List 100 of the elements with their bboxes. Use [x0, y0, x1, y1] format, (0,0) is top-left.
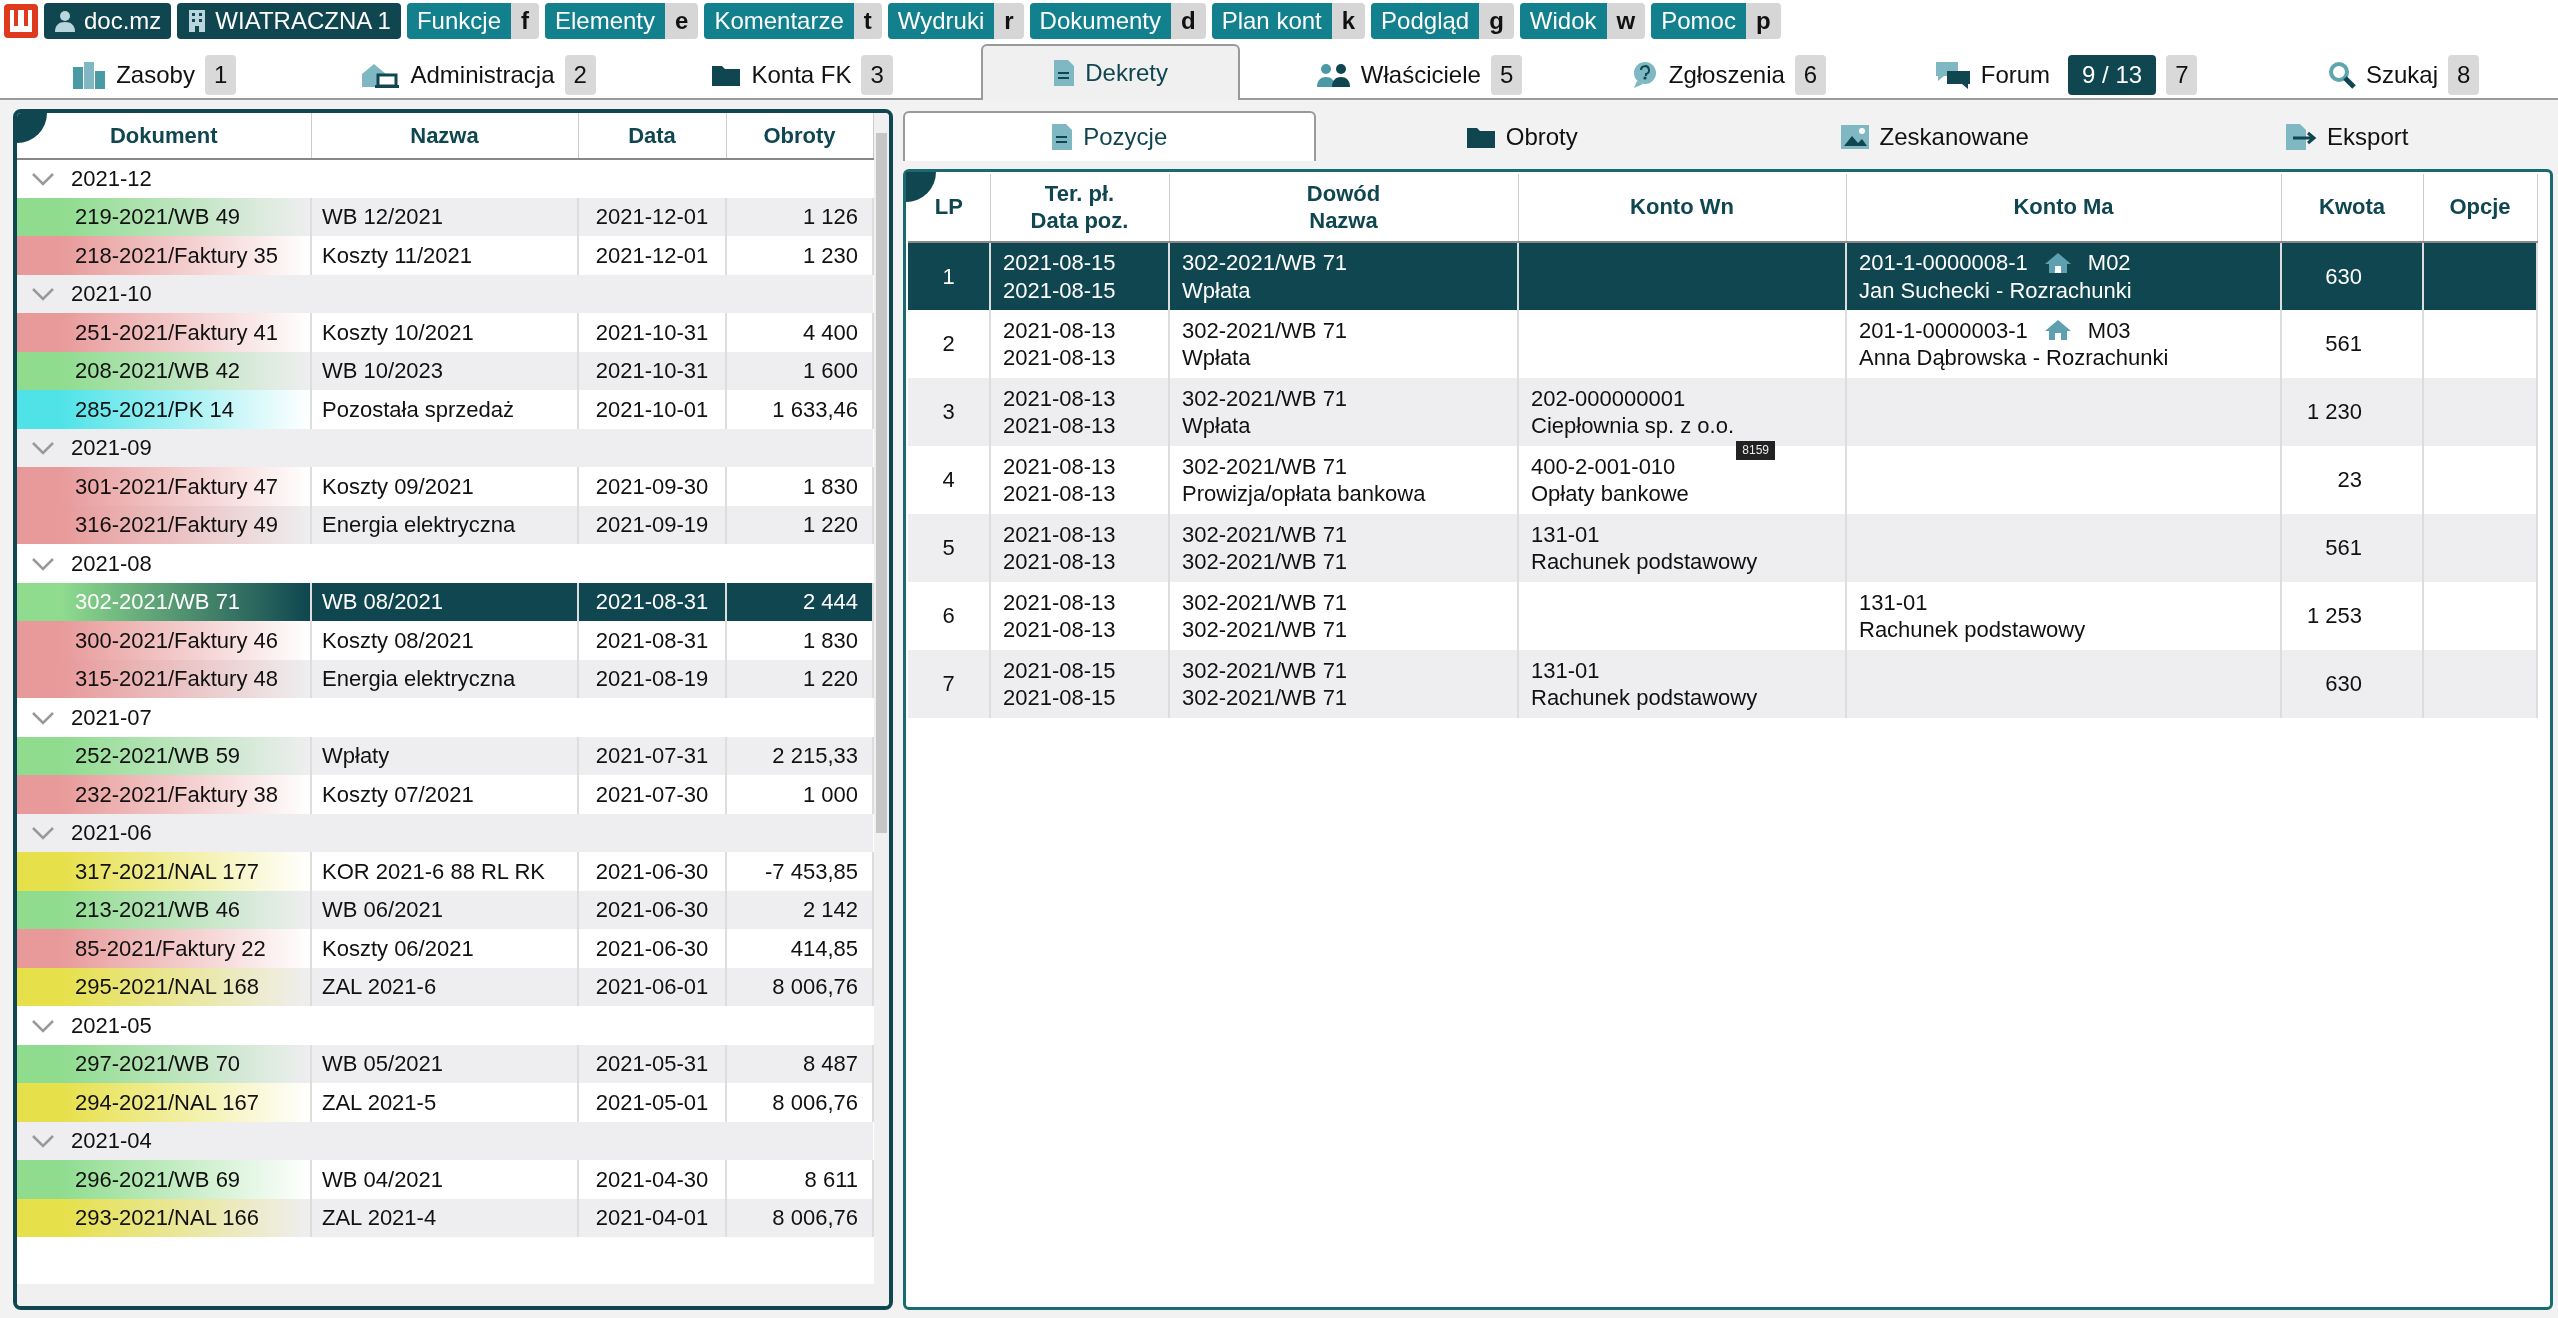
table-cell[interactable]: WB 10/2023	[311, 351, 578, 390]
table-cell[interactable]: 2 444	[726, 582, 873, 621]
table-cell[interactable]: 2 142	[726, 890, 873, 929]
table-cell[interactable]: 1 000	[726, 775, 873, 814]
menu-button[interactable]: Dokumenty d	[1029, 3, 1206, 39]
table-cell[interactable]: 8 487	[726, 1044, 873, 1083]
tab[interactable]: Eksport	[2140, 111, 2553, 161]
table-cell[interactable]: 302-2021/WB 71 Wpłata	[1169, 242, 1518, 310]
table-cell[interactable]: 302-2021/WB 71 302-2021/WB 71	[1169, 650, 1518, 718]
table-cell[interactable]: 8 006,76	[726, 967, 873, 1006]
table-cell[interactable]	[1518, 242, 1846, 310]
table-cell[interactable]: 285-2021/PK 14	[17, 390, 311, 429]
table-cell[interactable]: 2021-10-31	[578, 313, 726, 352]
table-cell[interactable]: 218-2021/Faktury 35	[17, 236, 311, 275]
table-cell[interactable]: 296-2021/WB 69	[17, 1160, 311, 1199]
table-cell[interactable]: 2021-08-31	[578, 621, 726, 660]
table-cell[interactable]: 301-2021/Faktury 47	[17, 467, 311, 506]
table-cell[interactable]: 294-2021/NAL 167	[17, 1083, 311, 1122]
table-cell[interactable]: WB 05/2021	[311, 1044, 578, 1083]
table-cell[interactable]: 2021-09-19	[578, 505, 726, 544]
group-row[interactable]: 2021-12	[17, 159, 873, 198]
table-cell[interactable]: 414,85	[726, 929, 873, 968]
table-cell[interactable]: 252-2021/WB 59	[17, 736, 311, 775]
tab[interactable]: Zasoby 1	[20, 48, 289, 100]
tab[interactable]: Zgłoszenia 6	[1578, 48, 1879, 100]
table-cell[interactable]: 2021-09-30	[578, 467, 726, 506]
table-cell[interactable]: 85-2021/Faktury 22	[17, 929, 311, 968]
table-cell[interactable]: 630	[2281, 650, 2423, 718]
table-cell[interactable]: 2021-12-01	[578, 197, 726, 236]
horizontal-scrollbar[interactable]	[17, 1284, 889, 1306]
menu-button[interactable]: Wydruki r	[887, 3, 1024, 39]
table-cell[interactable]: 208-2021/WB 42	[17, 351, 311, 390]
table-cell[interactable]: 8 611	[726, 1160, 873, 1199]
group-row[interactable]: 2021-04	[17, 1121, 873, 1160]
table-cell[interactable]: 2 215,33	[726, 736, 873, 775]
table-cell[interactable]: Koszty 07/2021	[311, 775, 578, 814]
table-cell[interactable]: 2021-07-30	[578, 775, 726, 814]
tab[interactable]: Właściciele 5	[1264, 48, 1575, 100]
table-cell[interactable]: ZAL 2021-4	[311, 1198, 578, 1237]
table-cell[interactable]: 2021-05-01	[578, 1083, 726, 1122]
table-cell[interactable]: 131-01 Rachunek podstawowy	[1518, 650, 1846, 718]
table-cell[interactable]: ZAL 2021-6	[311, 967, 578, 1006]
table-cell[interactable]: Koszty 08/2021	[311, 621, 578, 660]
menu-button[interactable]: Podgląd g	[1371, 3, 1514, 39]
table-cell[interactable]: 630	[2281, 242, 2423, 310]
table-cell[interactable]: WB 04/2021	[311, 1160, 578, 1199]
table-cell[interactable]: 2021-06-01	[578, 967, 726, 1006]
table-cell[interactable]: 1	[908, 242, 990, 310]
property-button[interactable]: WIATRACZNA 1	[177, 3, 401, 39]
table-cell[interactable]: Koszty 11/2021	[311, 236, 578, 275]
table-cell[interactable]: 300-2021/Faktury 46	[17, 621, 311, 660]
table-cell[interactable]: 2021-06-30	[578, 929, 726, 968]
table-cell[interactable]: 2021-08-15 2021-08-15	[990, 650, 1169, 718]
table-cell[interactable]: 1 830	[726, 467, 873, 506]
table-cell[interactable]: 315-2021/Faktury 48	[17, 659, 311, 698]
table-cell[interactable]: 2021-07-31	[578, 736, 726, 775]
tab[interactable]: Pozycje	[903, 111, 1316, 161]
table-cell[interactable]: 8 006,76	[726, 1198, 873, 1237]
table-cell[interactable]: WB 08/2021	[311, 582, 578, 621]
table-cell[interactable]: Koszty 10/2021	[311, 313, 578, 352]
table-cell[interactable]: Wpłaty	[311, 736, 578, 775]
table-cell[interactable]: 1 830	[726, 621, 873, 660]
table-cell[interactable]: 8 006,76	[726, 1083, 873, 1122]
table-cell[interactable]: 2021-04-01	[578, 1198, 726, 1237]
menu-button[interactable]: Funkcje f	[406, 3, 539, 39]
group-row[interactable]: 2021-10	[17, 274, 873, 313]
table-cell[interactable]: 2021-04-30	[578, 1160, 726, 1199]
table-cell[interactable]: 1 220	[726, 659, 873, 698]
table-cell[interactable]: Koszty 09/2021	[311, 467, 578, 506]
user-button[interactable]: doc.mz	[44, 3, 172, 39]
table-cell[interactable]: 1 600	[726, 351, 873, 390]
table-cell[interactable]: KOR 2021-6 88 RL RK	[311, 852, 578, 891]
tab[interactable]: Forum 9 / 13 7	[1882, 48, 2250, 100]
table-cell[interactable]: -7 453,85	[726, 852, 873, 891]
table-cell[interactable]: 232-2021/Faktury 38	[17, 775, 311, 814]
table-cell[interactable]: 2021-05-31	[578, 1044, 726, 1083]
tab[interactable]: Konta FK 3	[659, 48, 945, 100]
table-cell[interactable]: 2021-08-19	[578, 659, 726, 698]
table-cell[interactable]: 1 126	[726, 197, 873, 236]
table-cell[interactable]: 219-2021/WB 49	[17, 197, 311, 236]
table-cell[interactable]: 251-2021/Faktury 41	[17, 313, 311, 352]
table-cell[interactable]: 213-2021/WB 46	[17, 890, 311, 929]
table-cell[interactable]: ZAL 2021-5	[311, 1083, 578, 1122]
table-cell[interactable]: 317-2021/NAL 177	[17, 852, 311, 891]
table-cell[interactable]: 4 400	[726, 313, 873, 352]
table-cell[interactable]: 2021-10-01	[578, 390, 726, 429]
table-cell[interactable]: 1 220	[726, 505, 873, 544]
menu-button[interactable]: Komentarze t	[704, 3, 882, 39]
table-cell[interactable]: 2021-08-31	[578, 582, 726, 621]
menu-button[interactable]: Pomoc p	[1651, 3, 1781, 39]
table-cell[interactable]: 293-2021/NAL 166	[17, 1198, 311, 1237]
group-row[interactable]: 2021-06	[17, 813, 873, 852]
table-cell[interactable]: 2021-10-31	[578, 351, 726, 390]
table-cell[interactable]: 1 633,46	[726, 390, 873, 429]
tab[interactable]: Szukaj 8	[2276, 48, 2532, 100]
table-cell[interactable]: Energia elektryczna	[311, 659, 578, 698]
menu-button[interactable]: Widok w	[1519, 3, 1646, 39]
table-cell[interactable]: WB 06/2021	[311, 890, 578, 929]
table-cell[interactable]: 7	[908, 650, 990, 718]
tab[interactable]: Dekrety	[981, 44, 1240, 100]
